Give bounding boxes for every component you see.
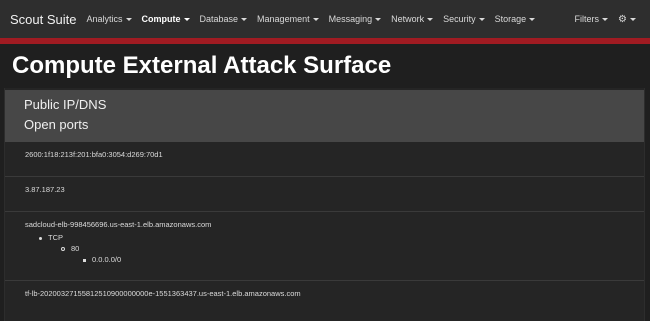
cidr-label: 0.0.0.0/0 <box>92 255 122 264</box>
caret-down-icon <box>427 17 434 21</box>
list-item: tf-lb-20200327155812510900000000e-155136… <box>5 281 644 311</box>
top-navbar: Scout Suite Analytics Compute Database M… <box>0 0 650 38</box>
nav-database[interactable]: Database <box>200 14 248 24</box>
nav-security-label: Security <box>443 14 476 24</box>
caret-down-icon <box>478 17 485 21</box>
nav-analytics-label: Analytics <box>86 14 123 24</box>
public-ip-dns-heading: Public IP/DNS <box>24 97 107 112</box>
brand-logo[interactable]: Scout Suite <box>10 12 77 27</box>
protocol-item: TCP <box>39 233 63 242</box>
host-address: tf-lb-20200327155812510900000000e-155136… <box>25 289 301 298</box>
attack-surface-panel: Public IP/DNS Open ports 2600:1f18:213f:… <box>4 88 645 321</box>
host-address: 2600:1f18:213f:201:bfa0:3054:d269:70d1 <box>25 150 163 159</box>
port-item: 80 <box>61 244 79 253</box>
port-label: 80 <box>71 244 80 253</box>
nav-analytics[interactable]: Analytics <box>87 14 132 24</box>
caret-down-icon <box>241 17 248 21</box>
bullet-icon <box>39 236 42 240</box>
nav-messaging-label: Messaging <box>328 14 373 24</box>
filters-menu[interactable]: Filters <box>575 14 609 24</box>
nav-messaging[interactable]: Messaging <box>329 14 382 24</box>
nav-storage[interactable]: Storage <box>495 14 536 24</box>
gear-icon: ⚙ <box>618 13 627 25</box>
settings-menu[interactable]: ⚙ <box>618 14 636 25</box>
nav-network[interactable]: Network <box>391 14 434 24</box>
filters-label: Filters <box>574 14 600 24</box>
bullet-icon <box>83 258 86 262</box>
nav-compute-label: Compute <box>141 14 181 24</box>
navbar-accent-bar <box>0 38 650 44</box>
caret-down-icon <box>312 17 319 21</box>
caret-down-icon <box>375 17 382 21</box>
nav-database-label: Database <box>199 14 239 24</box>
list-item: 2600:1f18:213f:201:bfa0:3054:d269:70d1 <box>5 142 644 177</box>
caret-down-icon <box>529 17 536 21</box>
protocol-label: TCP <box>48 233 63 242</box>
host-address: 3.87.187.23 <box>25 185 65 194</box>
caret-down-icon <box>183 17 190 21</box>
nav-management-label: Management <box>257 14 310 24</box>
nav-storage-label: Storage <box>494 14 527 24</box>
caret-down-icon <box>630 17 636 21</box>
list-item: 3.87.187.23 <box>5 177 644 212</box>
list-item: sadcloud-elb-998456696.us-east-1.elb.ama… <box>5 212 644 281</box>
navbar-right: Filters ⚙ <box>575 14 640 25</box>
cidr-item: 0.0.0.0/0 <box>83 255 121 264</box>
panel-header: Public IP/DNS Open ports <box>5 90 644 142</box>
host-address: sadcloud-elb-998456696.us-east-1.elb.ama… <box>25 220 212 229</box>
caret-down-icon <box>602 17 609 21</box>
nav-management[interactable]: Management <box>257 14 319 24</box>
page-title: Compute External Attack Surface <box>12 52 392 79</box>
open-ports-heading: Open ports <box>24 117 89 132</box>
nav-security[interactable]: Security <box>443 14 485 24</box>
bullet-icon <box>61 247 65 252</box>
nav-compute[interactable]: Compute <box>142 14 190 24</box>
caret-down-icon <box>125 17 132 21</box>
nav-network-label: Network <box>391 14 425 24</box>
